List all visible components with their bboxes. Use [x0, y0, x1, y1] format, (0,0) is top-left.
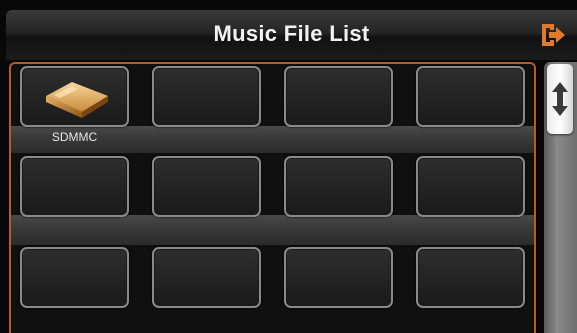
- file-tile-label: SDMMC: [51, 130, 98, 144]
- music-file-list-screen: Music File List SDMMC: [0, 0, 577, 333]
- exit-icon: [542, 24, 565, 46]
- file-grid: SDMMC: [9, 62, 536, 333]
- file-tile[interactable]: [284, 247, 393, 308]
- file-tile[interactable]: [416, 156, 525, 217]
- file-tile[interactable]: [152, 156, 261, 217]
- file-tile-sdmmc[interactable]: [20, 66, 129, 127]
- file-tile[interactable]: [152, 66, 261, 127]
- scrollbar[interactable]: [544, 62, 577, 333]
- file-tile[interactable]: [416, 66, 525, 127]
- file-tile[interactable]: [20, 156, 129, 217]
- file-tile[interactable]: [20, 247, 129, 308]
- file-tile[interactable]: [416, 247, 525, 308]
- file-tile[interactable]: [152, 247, 261, 308]
- title-bar: Music File List: [6, 10, 577, 60]
- scroll-thumb[interactable]: [547, 64, 573, 134]
- file-tile[interactable]: [284, 66, 393, 127]
- up-down-arrow-icon: [552, 82, 568, 116]
- page-title: Music File List: [213, 21, 370, 46]
- exit-button[interactable]: [539, 22, 567, 48]
- file-tile[interactable]: [284, 156, 393, 217]
- folder-icon: [46, 82, 108, 118]
- row-separator: [11, 215, 534, 245]
